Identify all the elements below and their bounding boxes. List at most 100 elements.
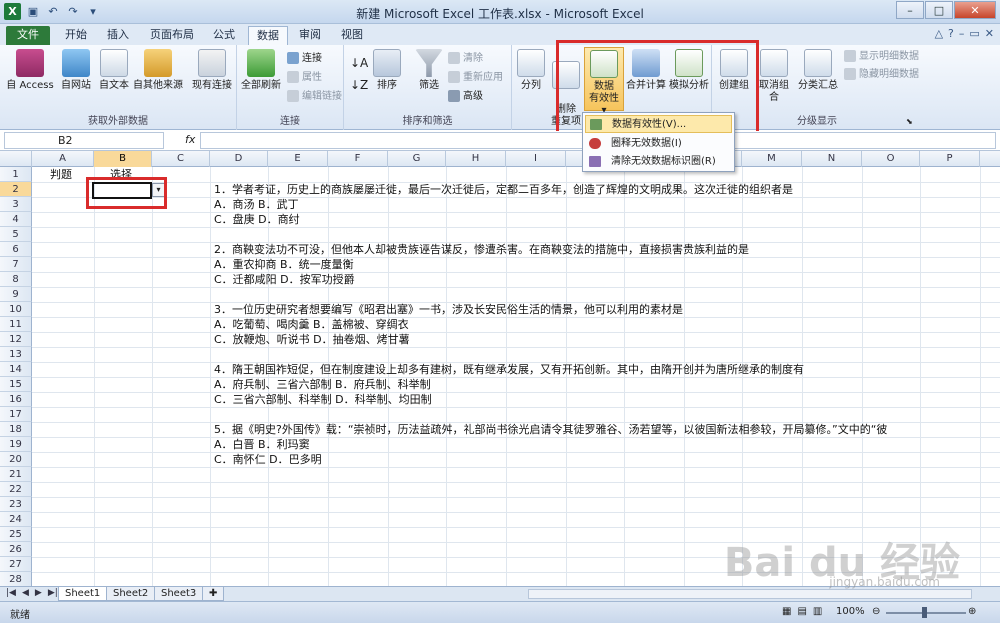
row-header-21[interactable]: 21	[0, 467, 32, 482]
show-detail-button[interactable]: 显示明细数据	[844, 49, 919, 65]
cell-d16[interactable]: C．三省六部制、科举制 D．科举制、均田制	[214, 392, 432, 408]
worksheet-grid[interactable]: A B C D E F G H I J K L M N O P 12345678…	[0, 151, 1000, 586]
column-header-g[interactable]: G	[388, 151, 446, 167]
properties-button[interactable]: 属性	[287, 70, 322, 86]
row-header-12[interactable]: 12	[0, 332, 32, 347]
from-access-button[interactable]: 自 Access	[6, 49, 54, 92]
row-header-4[interactable]: 4	[0, 212, 32, 227]
menu-item-circle-invalid[interactable]: 圈释无效数据(I)	[585, 135, 732, 153]
row-header-27[interactable]: 27	[0, 557, 32, 572]
prev-sheet-icon[interactable]: ◀	[22, 588, 29, 598]
outline-dialog-launcher-icon[interactable]: ⬊	[906, 114, 913, 130]
row-header-23[interactable]: 23	[0, 497, 32, 512]
cell-d18[interactable]: 5．据《明史?外国传》载：“崇祯时，历法益疏舛，礼部尚书徐光启请令其徒罗雅谷、汤…	[214, 422, 1000, 438]
row-header-7[interactable]: 7	[0, 257, 32, 272]
column-header-c[interactable]: C	[152, 151, 210, 167]
sheet-tab-sheet2[interactable]: Sheet2	[106, 587, 156, 601]
select-all-corner[interactable]	[0, 151, 32, 167]
column-header-i[interactable]: I	[506, 151, 566, 167]
row-header-15[interactable]: 15	[0, 377, 32, 392]
clear-filter-button[interactable]: 清除	[448, 51, 483, 67]
row-header-19[interactable]: 19	[0, 437, 32, 452]
column-header-f[interactable]: F	[328, 151, 388, 167]
tab-view[interactable]: 视图	[334, 26, 370, 45]
tab-page-layout[interactable]: 页面布局	[144, 26, 200, 45]
name-box[interactable]: B2	[4, 132, 164, 149]
column-header-d[interactable]: D	[210, 151, 268, 167]
ungroup-button[interactable]: 取消组合	[756, 49, 792, 104]
from-web-button[interactable]: 自网站	[58, 49, 94, 92]
row-header-5[interactable]: 5	[0, 227, 32, 242]
zoom-out-icon[interactable]: ⊖	[872, 606, 880, 617]
cell-d20[interactable]: C．南怀仁 D．巴多明	[214, 452, 322, 468]
existing-connections-button[interactable]: 现有连接	[190, 49, 234, 92]
cell-d2[interactable]: 1．学者考证，历史上的商族屡屡迁徙，最后一次迁徙后，定都二百多年，创造了辉煌的文…	[214, 182, 793, 198]
hide-detail-button[interactable]: 隐藏明细数据	[844, 67, 919, 83]
column-header-a[interactable]: A	[32, 151, 94, 167]
column-header-b[interactable]: B	[94, 151, 152, 167]
sheet-tab-sheet1[interactable]: Sheet1	[58, 587, 108, 601]
sheet-tab-sheet3[interactable]: Sheet3	[154, 587, 204, 601]
column-header-o[interactable]: O	[862, 151, 920, 167]
row-header-13[interactable]: 13	[0, 347, 32, 362]
maximize-button[interactable]: □	[925, 1, 953, 19]
row-header-18[interactable]: 18	[0, 422, 32, 437]
minimize-ribbon-icon[interactable]: △	[935, 27, 943, 40]
zoom-in-icon[interactable]: ⊕	[968, 606, 976, 617]
horizontal-scrollbar[interactable]	[528, 589, 972, 599]
sort-az-icon[interactable]: ↓A	[350, 55, 368, 71]
from-text-button[interactable]: 自文本	[96, 49, 132, 92]
normal-view-icon[interactable]: ▦	[782, 606, 791, 617]
row-header-2[interactable]: 2	[0, 182, 32, 197]
first-sheet-icon[interactable]: |◀	[6, 588, 16, 598]
cell-d4[interactable]: C．盘庚 D．商纣	[214, 212, 300, 228]
column-header-h[interactable]: H	[446, 151, 506, 167]
column-header-n[interactable]: N	[802, 151, 862, 167]
tab-data[interactable]: 数据	[248, 26, 288, 45]
row-header-20[interactable]: 20	[0, 452, 32, 467]
menu-item-clear-circles[interactable]: 清除无效数据标识圈(R)	[585, 153, 732, 171]
filter-button[interactable]: 筛选	[414, 49, 444, 92]
zoom-slider-thumb[interactable]	[922, 607, 927, 618]
edit-links-button[interactable]: 编辑链接	[287, 89, 342, 105]
subtotal-button[interactable]: 分类汇总	[796, 49, 840, 92]
row-header-11[interactable]: 11	[0, 317, 32, 332]
zoom-level[interactable]: 100%	[836, 606, 865, 617]
page-layout-view-icon[interactable]: ▤	[797, 606, 806, 617]
row-header-1[interactable]: 1	[0, 167, 32, 182]
doc-minimize-icon[interactable]: –	[959, 27, 965, 40]
cell-d6[interactable]: 2．商鞅变法功不可没，但他本人却被贵族诬告谋反，惨遭杀害。在商鞅变法的措施中，直…	[214, 242, 749, 258]
column-header-m[interactable]: M	[742, 151, 802, 167]
row-header-6[interactable]: 6	[0, 242, 32, 257]
tab-insert[interactable]: 插入	[100, 26, 136, 45]
from-other-sources-button[interactable]: 自其他来源	[132, 49, 184, 92]
row-header-3[interactable]: 3	[0, 197, 32, 212]
row-header-26[interactable]: 26	[0, 542, 32, 557]
minimize-button[interactable]: –	[896, 1, 924, 19]
cell-d14[interactable]: 4．隋王朝国祚短促，但在制度建设上却多有建树，既有继承发展，又有开拓创新。其中，…	[214, 362, 804, 378]
tab-formulas[interactable]: 公式	[206, 26, 242, 45]
advanced-filter-button[interactable]: 高级	[448, 89, 483, 105]
close-button[interactable]: ✕	[954, 1, 996, 19]
cell-d10[interactable]: 3．一位历史研究者想要编写《昭君出塞》一书，涉及长安民俗生活的情景，他可以利用的…	[214, 302, 683, 318]
text-to-columns-button[interactable]: 分列	[516, 49, 546, 92]
column-header-p[interactable]: P	[920, 151, 980, 167]
row-header-24[interactable]: 24	[0, 512, 32, 527]
help-icon[interactable]: ?	[948, 27, 954, 40]
fx-icon[interactable]: fx	[185, 133, 195, 146]
tab-review[interactable]: 审阅	[292, 26, 328, 45]
sort-button[interactable]: 排序	[372, 49, 402, 92]
page-break-view-icon[interactable]: ▥	[813, 606, 822, 617]
row-header-8[interactable]: 8	[0, 272, 32, 287]
row-header-14[interactable]: 14	[0, 362, 32, 377]
row-header-9[interactable]: 9	[0, 287, 32, 302]
cell-d7[interactable]: A．重农抑商 B．统一度量衡	[214, 257, 354, 273]
reapply-button[interactable]: 重新应用	[448, 70, 503, 86]
doc-restore-icon[interactable]: ▭	[969, 27, 979, 40]
cell-d19[interactable]: A．白晋 B．利玛窦	[214, 437, 310, 453]
tab-file[interactable]: 文件	[6, 26, 50, 45]
doc-close-icon[interactable]: ✕	[985, 27, 994, 40]
insert-sheet-icon[interactable]: ✚	[202, 587, 225, 601]
row-header-17[interactable]: 17	[0, 407, 32, 422]
cell-d12[interactable]: C．放鞭炮、听说书 D．抽卷烟、烤甘薯	[214, 332, 410, 348]
